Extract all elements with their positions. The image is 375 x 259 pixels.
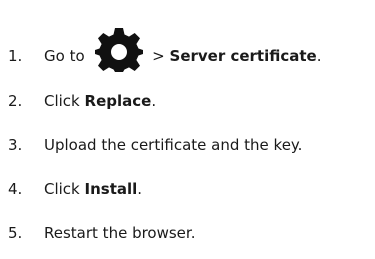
- step-text-before: Go to: [44, 47, 90, 65]
- step-text-before: Click: [44, 180, 85, 198]
- step-text-after: .: [316, 47, 322, 65]
- step-number: 4.: [8, 180, 23, 198]
- step-number: 5.: [8, 224, 23, 242]
- replace-label: Replace: [84, 92, 152, 110]
- step-text: Click Install .: [44, 174, 142, 204]
- instruction-steps: 1. Go to > Server certificate . 2. Click…: [0, 0, 375, 259]
- step-text: Upload the certificate and the key.: [44, 136, 303, 154]
- step-text: Click Replace .: [44, 86, 156, 116]
- step-number: 2.: [8, 92, 23, 110]
- step-text-after: .: [137, 180, 143, 198]
- install-label: Install: [84, 180, 138, 198]
- step-text-before: Click: [44, 92, 85, 110]
- step-number: 1.: [8, 47, 23, 65]
- step-text-after: .: [151, 92, 157, 110]
- step-number: 3.: [8, 136, 23, 154]
- gear-icon: [95, 28, 144, 76]
- server-certificate-label: Server certificate: [169, 47, 317, 65]
- step-text-between: >: [147, 47, 170, 65]
- step-text: Restart the browser.: [44, 224, 196, 242]
- step-text: Go to > Server certificate .: [44, 28, 322, 72]
